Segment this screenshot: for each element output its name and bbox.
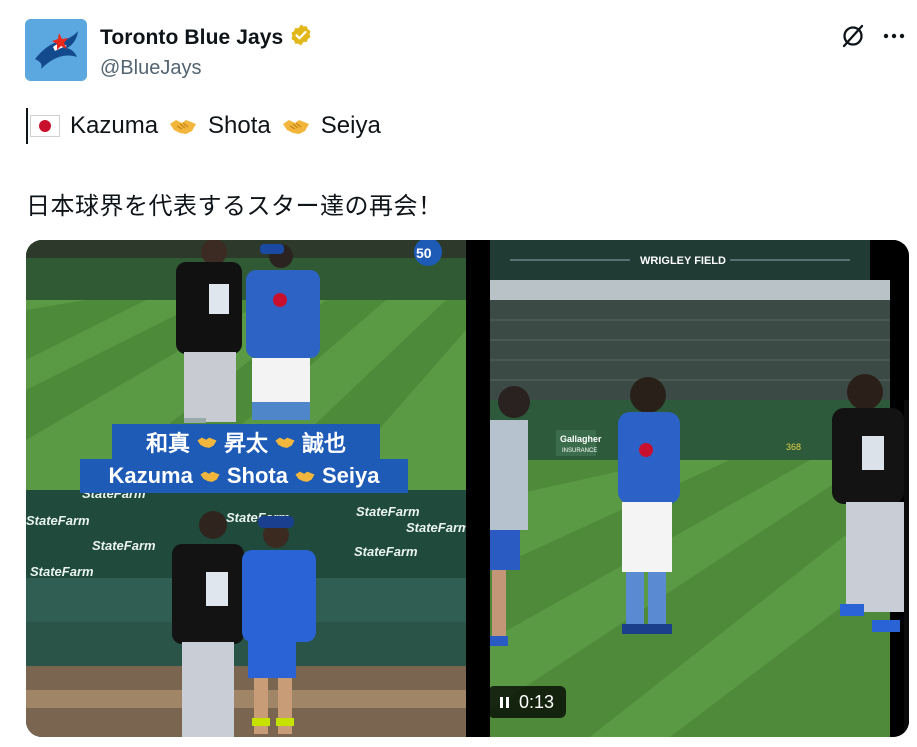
more-options-icon[interactable] — [878, 20, 910, 52]
handshake-icon — [275, 437, 295, 448]
handshake-icon — [168, 114, 198, 138]
svg-text:StateFarm: StateFarm — [30, 564, 94, 579]
account-handle[interactable]: @BlueJays — [100, 57, 201, 80]
name-seiya: Seiya — [320, 112, 381, 139]
svg-text:StateFarm: StateFarm — [26, 513, 90, 528]
verified-badge-icon — [289, 23, 313, 52]
tweet-text-line2: 日本球界を代表するスター達の再会！ — [26, 192, 443, 220]
pause-icon[interactable] — [500, 696, 509, 708]
video-time: 0:13 — [519, 691, 555, 712]
caption-jp-seiya: 誠也 — [302, 432, 347, 457]
svg-text:StateFarm: StateFarm — [92, 538, 156, 553]
caption-en-seiya: Seiya — [321, 463, 380, 488]
caption-jp-shota: 昇太 — [223, 432, 268, 457]
media-grid: 50 StateFarm StateFarm StateFarm StateFa… — [26, 240, 909, 737]
svg-text:368: 368 — [786, 442, 801, 452]
photo-caption-japanese: 和真 昇太 誠也 — [112, 424, 380, 460]
avatar[interactable] — [25, 19, 87, 81]
blue-jays-logo — [25, 19, 87, 81]
svg-text:50: 50 — [416, 245, 432, 261]
caption-jp-kazuma: 和真 — [145, 432, 190, 457]
handshake-icon — [281, 114, 311, 138]
photo[interactable]: 50 StateFarm StateFarm StateFarm StateFa… — [26, 240, 466, 737]
svg-text:StateFarm: StateFarm — [356, 504, 420, 519]
name-kazuma: Kazuma — [70, 112, 159, 139]
caption-en-kazuma: Kazuma — [108, 463, 193, 488]
handshake-icon — [197, 437, 217, 448]
svg-text:INSURANCE: INSURANCE — [562, 448, 597, 454]
svg-text:StateFarm: StateFarm — [354, 544, 418, 559]
display-name[interactable]: Toronto Blue Jays — [100, 26, 283, 50]
caption-en-shota: Shota — [226, 463, 288, 488]
handshake-icon — [295, 471, 315, 482]
grok-icon[interactable] — [837, 20, 869, 52]
handshake-icon — [200, 471, 220, 482]
video-timer[interactable]: 0:13 — [488, 686, 567, 718]
japan-flag-icon — [30, 115, 60, 137]
svg-text:Gallagher: Gallagher — [560, 434, 602, 444]
tweet-text-line1: Kazuma Shota Seiya — [26, 108, 381, 144]
photo-caption-english: Kazuma Shota Seiya — [80, 459, 408, 493]
video-frame: WRIGLEY FIELD Gallagher INSURANCE 368 — [490, 240, 909, 737]
svg-text:StateFarm: StateFarm — [406, 520, 466, 535]
svg-text:WRIGLEY FIELD: WRIGLEY FIELD — [640, 255, 726, 267]
name-shota: Shota — [208, 112, 271, 139]
video-player[interactable]: WRIGLEY FIELD Gallagher INSURANCE 368 0:… — [470, 240, 909, 737]
